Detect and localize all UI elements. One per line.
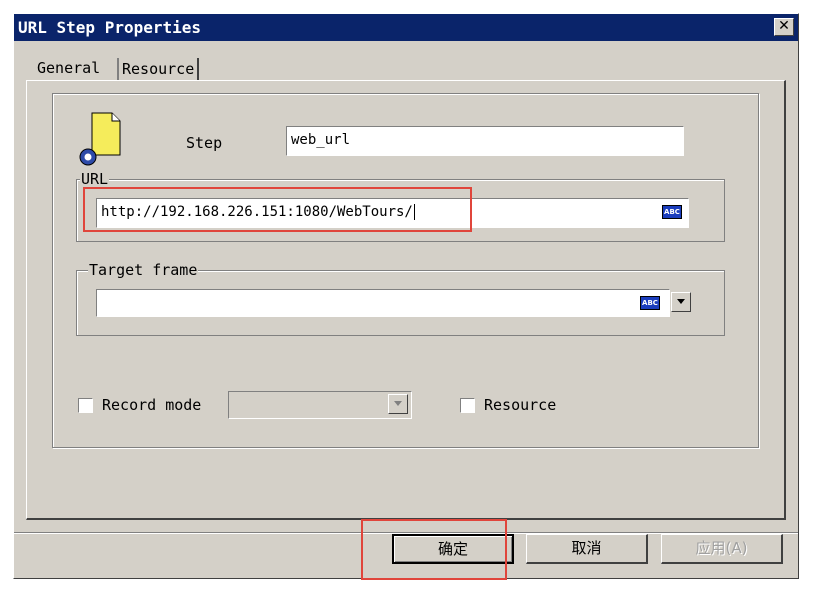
url-group-label: URL <box>80 170 110 188</box>
step-name-input[interactable]: web_url <box>286 126 684 156</box>
url-step-properties-dialog: URL Step Properties ✕ General Resource S… <box>13 13 799 580</box>
tab-general[interactable]: General <box>34 56 103 81</box>
resource-label: Resource <box>484 396 557 414</box>
url-input[interactable]: http://192.168.226.151:1080/WebTours/ <box>96 198 689 228</box>
text-caret <box>413 204 415 220</box>
target-frame-group-label: Target frame <box>88 261 199 279</box>
record-mode-dropdown-button[interactable] <box>388 394 408 414</box>
ok-button[interactable]: 确定 <box>392 534 514 564</box>
target-frame-input[interactable] <box>96 289 670 317</box>
url-input-text: http://192.168.226.151:1080/WebTours/ <box>101 204 413 220</box>
abc-parameter-icon[interactable]: ABC <box>662 205 682 219</box>
record-mode-checkbox[interactable] <box>78 398 93 413</box>
apply-button[interactable]: 应用(A) <box>661 534 783 564</box>
close-icon: ✕ <box>778 18 790 34</box>
record-mode-select[interactable] <box>228 391 412 419</box>
abc-parameter-icon[interactable]: ABC <box>640 296 660 310</box>
title-bar[interactable]: URL Step Properties ✕ <box>14 14 798 41</box>
target-frame-dropdown-button[interactable] <box>671 292 691 312</box>
step-label: Step <box>186 134 223 152</box>
close-button[interactable]: ✕ <box>774 18 794 36</box>
step-document-icon <box>79 112 121 166</box>
resource-checkbox[interactable] <box>460 398 475 413</box>
cancel-button[interactable]: 取消 <box>526 534 648 564</box>
tab-resource[interactable]: Resource <box>117 58 200 80</box>
record-mode-label: Record mode <box>102 396 202 414</box>
dialog-title: URL Step Properties <box>18 18 202 37</box>
